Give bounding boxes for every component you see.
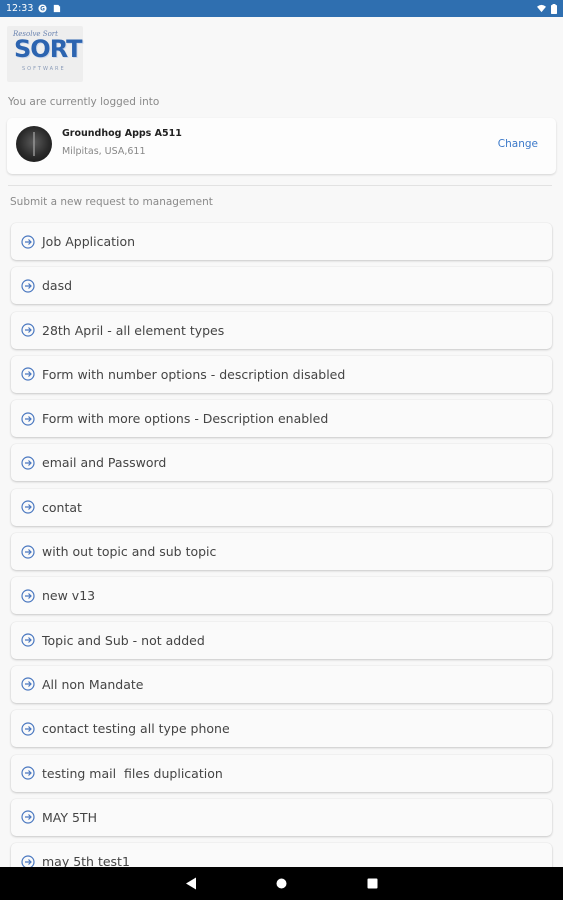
request-item-label: email and Password <box>42 455 167 471</box>
arrow-circle-right-icon <box>21 633 35 647</box>
request-item-label: Topic and Sub - not added <box>42 632 205 648</box>
request-item-label: Form with more options - Description ena… <box>42 411 329 427</box>
back-icon[interactable] <box>185 877 197 890</box>
arrow-circle-right-icon <box>21 677 35 692</box>
battery-icon <box>551 3 557 14</box>
request-item-testing-mail[interactable]: testing mail files duplication <box>11 754 552 792</box>
request-item-label: testing mail files duplication <box>42 765 223 781</box>
navigation-bar <box>0 867 563 900</box>
request-item-job-application[interactable]: Job Application <box>11 223 552 260</box>
arrow-circle-right-icon <box>21 544 35 559</box>
arrow-circle-right-icon <box>21 323 35 337</box>
submit-request-label: Submit a new request to management <box>10 196 213 208</box>
request-item-new-v13[interactable]: new v13 <box>11 577 552 615</box>
request-item-label: All non Mandate <box>42 676 144 692</box>
account-card: Groundhog Apps A511 Milpitas, USA,611 Ch… <box>7 118 556 174</box>
divider <box>8 185 552 186</box>
sort-logo: Resolve Sort SORT SOFTWARE <box>7 26 83 82</box>
request-item-label: Form with number options - description d… <box>42 366 346 382</box>
request-item-label: dasd <box>42 278 73 294</box>
logo-subtitle: SOFTWARE <box>22 66 66 72</box>
arrow-circle-right-icon <box>21 766 35 780</box>
arrow-circle-right-icon <box>21 589 35 603</box>
request-item-label: contact testing all type phone <box>42 721 230 737</box>
request-item-contat[interactable]: contat <box>11 488 552 526</box>
request-item-label: with out topic and sub topic <box>42 544 217 560</box>
request-list: Job Application dasd 28th April - all el… <box>11 223 552 887</box>
request-item-without-topic[interactable]: with out topic and sub topic <box>11 533 552 571</box>
logged-into-label: You are currently logged into <box>8 96 160 108</box>
change-account-link[interactable]: Change <box>498 138 538 150</box>
arrow-circle-right-icon <box>21 810 35 824</box>
request-item-email-password[interactable]: email and Password <box>11 444 552 482</box>
request-item-contact-testing[interactable]: contact testing all type phone <box>11 710 552 748</box>
request-item-more-options[interactable]: Form with more options - Description ena… <box>11 400 552 438</box>
request-item-label: 28th April - all element types <box>42 322 225 338</box>
request-item-label: contat <box>42 499 82 515</box>
avatar <box>16 126 52 162</box>
account-location: Milpitas, USA,611 <box>62 146 146 157</box>
request-item-28th-april[interactable]: 28th April - all element types <box>11 311 552 349</box>
arrow-circle-right-icon <box>21 722 35 736</box>
arrow-circle-right-icon <box>21 412 35 426</box>
arrow-circle-right-icon <box>21 367 35 381</box>
account-name: Groundhog Apps A511 <box>62 128 182 139</box>
sd-card-icon <box>54 4 61 13</box>
request-item-dasd[interactable]: dasd <box>11 267 552 305</box>
request-item-number-options[interactable]: Form with number options - description d… <box>11 355 552 393</box>
arrow-circle-right-icon <box>21 234 35 249</box>
status-bar: 12:33 G <box>0 0 563 17</box>
arrow-circle-right-icon <box>21 500 35 514</box>
request-item-topic-sub[interactable]: Topic and Sub - not added <box>11 621 552 659</box>
request-item-may-5th[interactable]: MAY 5TH <box>11 798 552 836</box>
request-item-all-non-mandate[interactable]: All non Mandate <box>11 665 552 703</box>
g-icon: G <box>38 4 47 13</box>
home-icon[interactable] <box>276 878 287 889</box>
arrow-circle-right-icon <box>21 279 35 293</box>
svg-text:G: G <box>40 7 45 13</box>
logo-word: SORT <box>14 35 82 63</box>
wifi-icon <box>537 4 546 13</box>
request-item-label: MAY 5TH <box>42 809 97 825</box>
request-item-label: Job Application <box>42 234 136 249</box>
status-time: 12:33 <box>6 3 34 14</box>
arrow-circle-right-icon <box>21 456 35 470</box>
recents-icon[interactable] <box>367 878 378 889</box>
request-item-label: new v13 <box>42 588 96 604</box>
